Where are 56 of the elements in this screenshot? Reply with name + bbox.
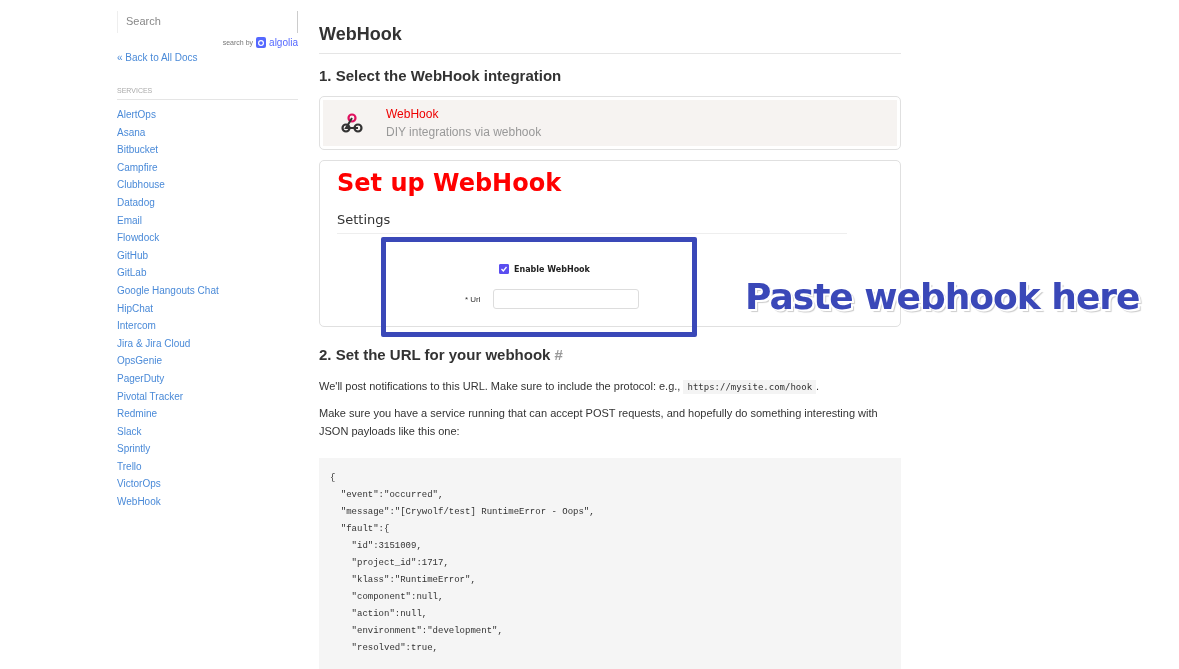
sidebar-link[interactable]: WebHook — [117, 493, 298, 511]
sidebar-link[interactable]: Jira & Jira Cloud — [117, 334, 298, 353]
code-line: "event":"occurred", — [339, 489, 445, 502]
code-line: "klass":"RuntimeError", — [350, 574, 477, 587]
sidebar-link[interactable]: Flowdock — [117, 229, 298, 247]
url-label: * Url — [465, 294, 481, 304]
paragraph: Make sure you have a service running that can accept POST requests, and hopefully do something interesting with JSON payloads like this one: — [319, 406, 879, 439]
code-line: "message":"[Crywolf/test] RuntimeError - Oops", — [339, 506, 596, 519]
sidebar-link[interactable]: AlertOps — [117, 106, 298, 124]
annotation-text: Paste webhook here — [745, 276, 1140, 317]
integration-card[interactable]: WebHook DIY integrations via webhook — [319, 96, 901, 150]
code-line: "environment":"development", — [350, 625, 504, 638]
sidebar-link[interactable]: Trello — [117, 457, 298, 476]
code-line: "resolved":true, — [350, 642, 440, 655]
code-line: "id":3151009, — [350, 540, 423, 553]
sidebar-link[interactable]: HipChat — [117, 299, 298, 318]
sidebar-link[interactable]: Asana — [117, 123, 298, 142]
sidebar-link[interactable]: Redmine — [117, 405, 298, 423]
sidebar-link[interactable]: Sprintly — [117, 440, 298, 458]
code-line: "component":null, — [350, 591, 445, 604]
code-line: "fault":{ — [339, 523, 391, 536]
sidebar-link[interactable]: Campfire — [117, 158, 298, 177]
integration-description: DIY integrations via webhook — [386, 125, 542, 139]
checkbox-label: Enable WebHook — [514, 264, 590, 274]
sidebar-link[interactable]: Bitbucket — [117, 141, 298, 159]
step-heading: 2. Set the URL for your webhook — [319, 346, 551, 363]
sidebar-link[interactable]: Clubhouse — [117, 176, 298, 194]
sidebar-link[interactable]: Google Hangouts Chat — [117, 281, 298, 300]
sidebar-link[interactable]: PagerDuty — [117, 369, 298, 388]
algolia-brand: algolia — [269, 36, 298, 48]
sidebar-link[interactable]: OpsGenie — [117, 352, 298, 370]
sidebar-link[interactable]: Pivotal Tracker — [117, 387, 298, 406]
sidebar-link[interactable]: Slack — [117, 422, 298, 441]
setup-title: Set up WebHook — [337, 169, 563, 197]
step-heading: 1. Select the WebHook integration — [319, 67, 563, 84]
code-line: "project_id":1717, — [350, 557, 450, 570]
sidebar-link[interactable]: GitLab — [117, 264, 298, 282]
sidebar-link[interactable]: GitHub — [117, 246, 298, 265]
search-field[interactable]: Search — [118, 11, 294, 31]
page-title: WebHook — [319, 24, 901, 54]
webhook-icon — [341, 112, 363, 134]
settings-label: Settings — [337, 212, 392, 227]
sidebar-link[interactable]: Datadog — [117, 193, 298, 212]
paragraph: We'll post notifications to this URL. Make sure to include the protocol: e.g., https://mysite.com/hook . — [319, 379, 821, 396]
sidebar-link[interactable]: Email — [117, 211, 298, 230]
anchor-link[interactable]: # — [554, 346, 563, 363]
code-line: { — [330, 472, 337, 485]
back-link[interactable]: « Back to All Docs — [117, 52, 298, 63]
checkbox[interactable] — [499, 264, 509, 274]
sidebar-link[interactable]: VictorOps — [117, 475, 298, 494]
code-line: "action":null, — [350, 608, 429, 621]
algolia-logo-icon — [256, 36, 267, 48]
sidebar-link[interactable]: Intercom — [117, 317, 298, 335]
integration-name: WebHook — [386, 107, 440, 121]
inline-code: https://mysite.com/hook — [683, 380, 817, 394]
url-field[interactable] — [492, 289, 639, 309]
